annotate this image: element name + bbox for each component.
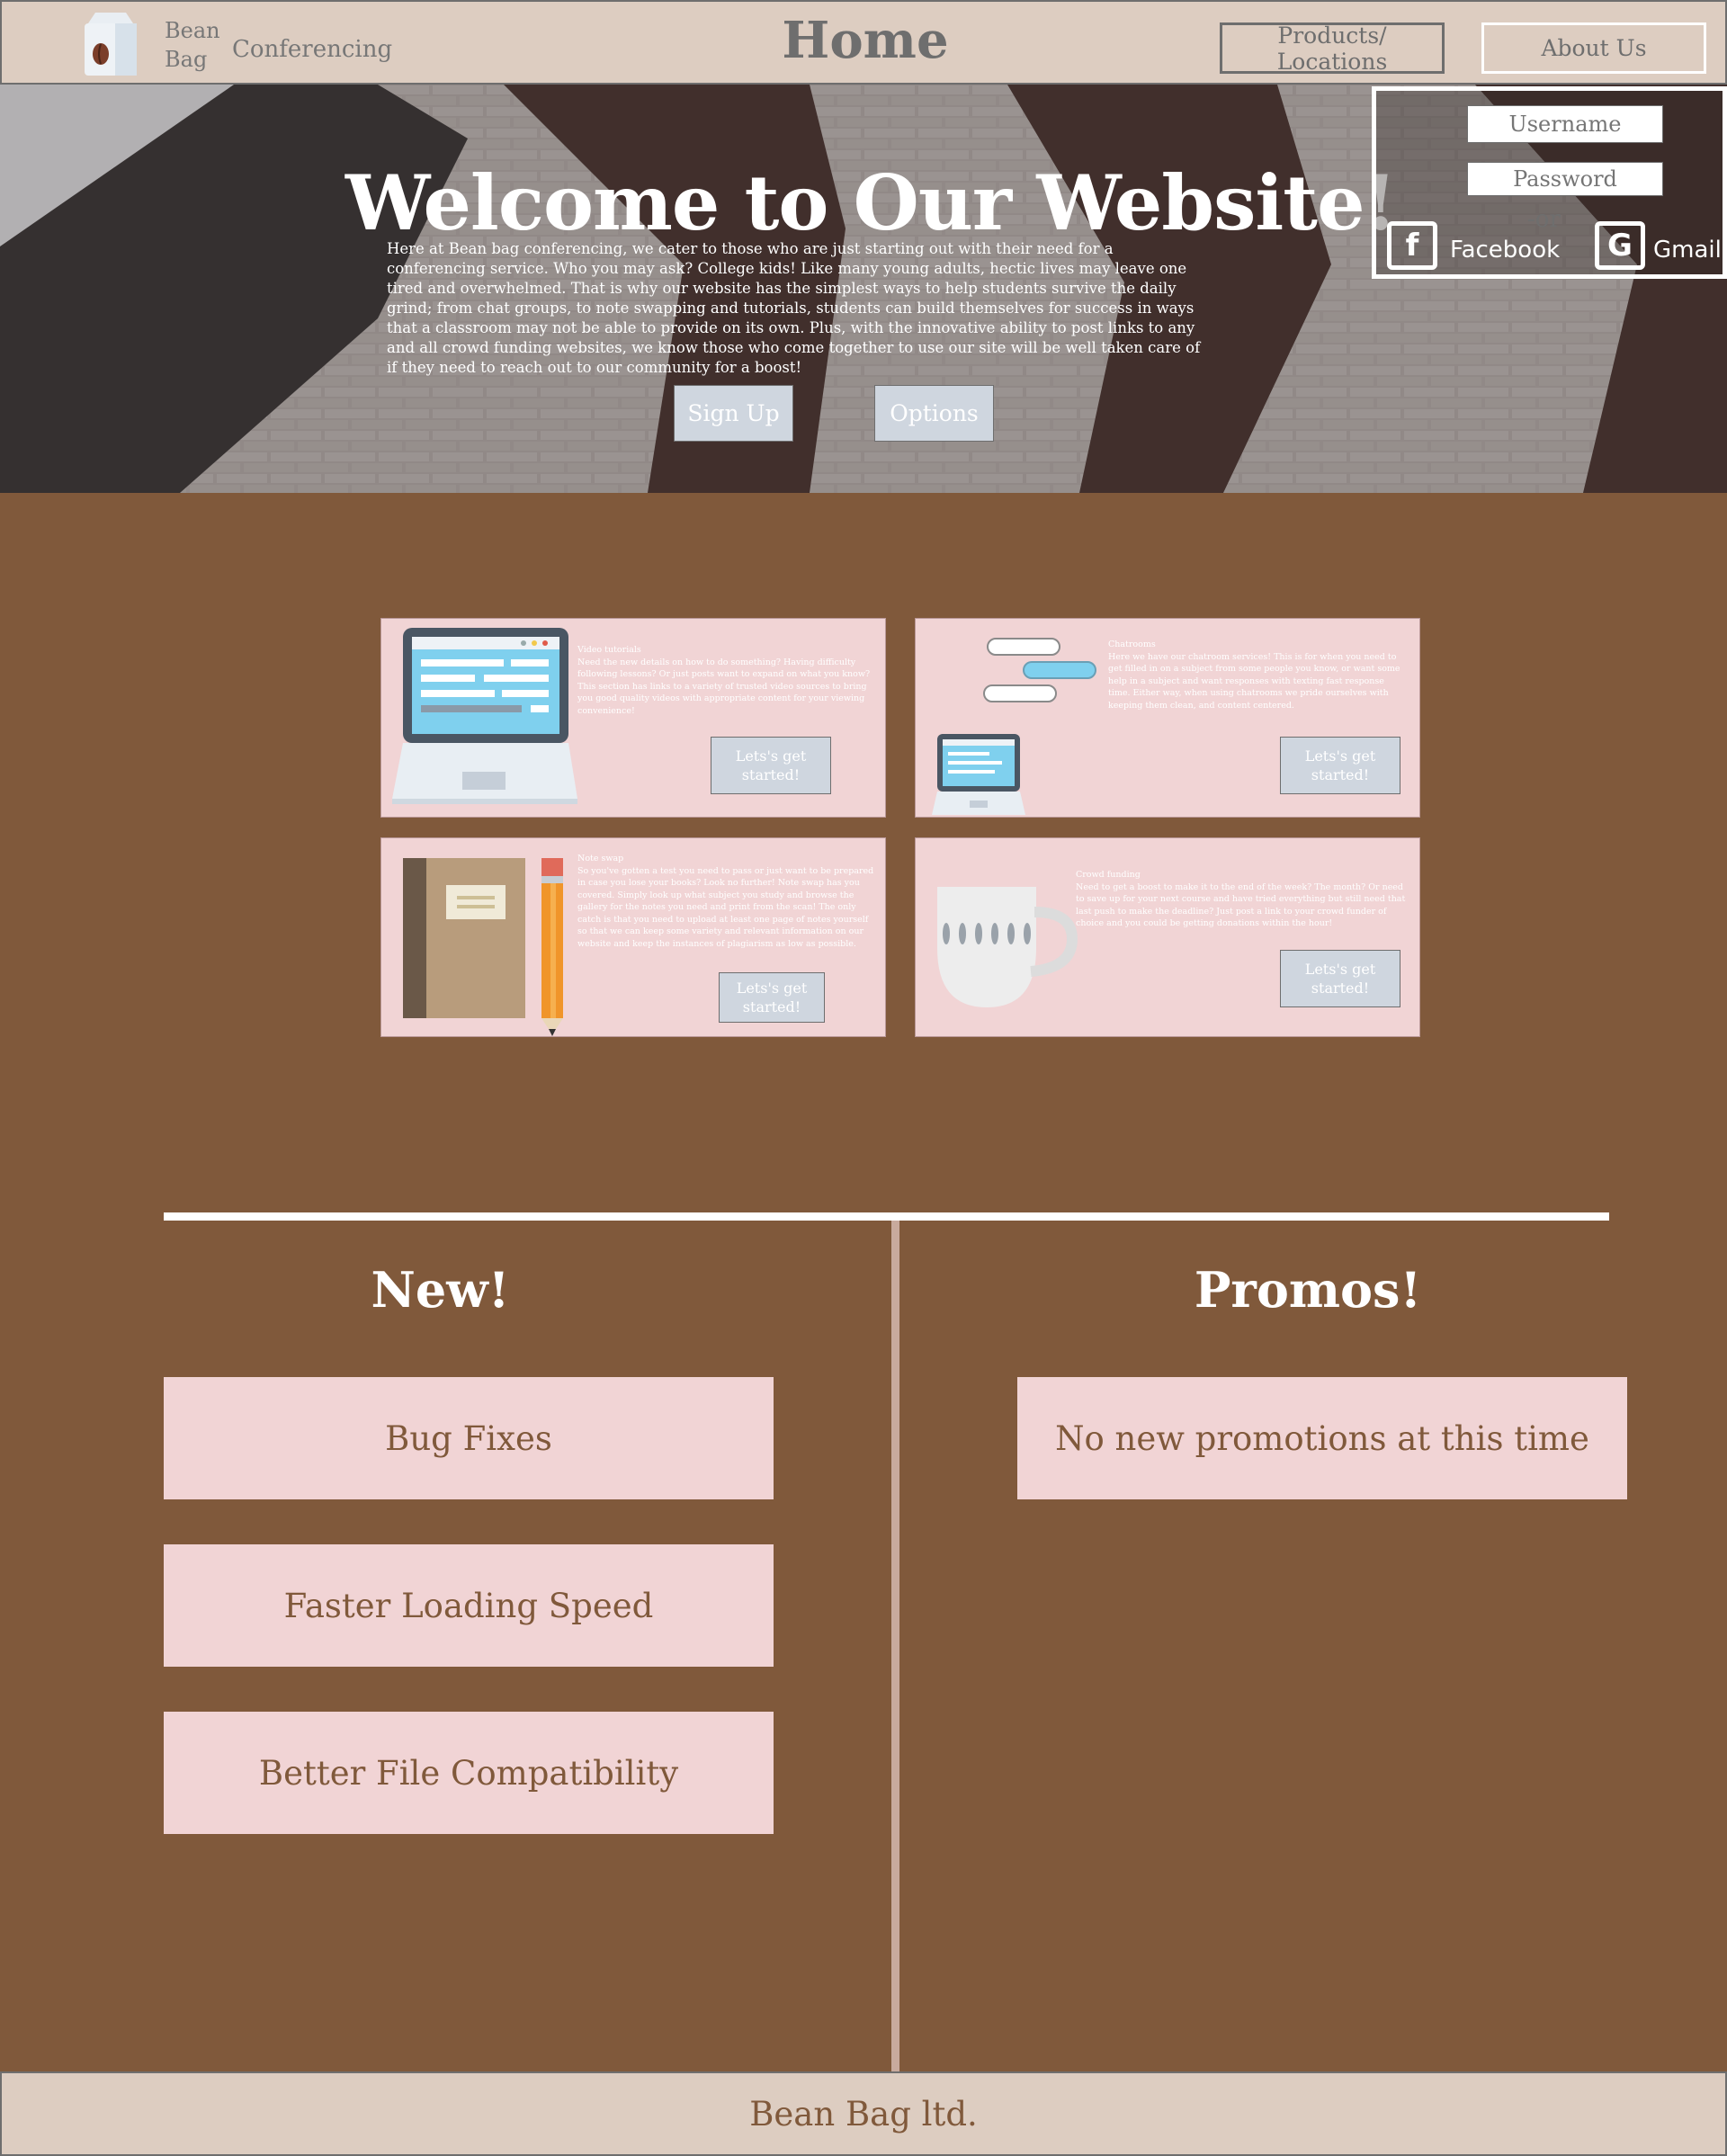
feature-card-note-swap: Note swap So you've gotten a test you ne…	[380, 837, 886, 1037]
get-started-chatrooms-button[interactable]: Lets's get started!	[1280, 737, 1400, 794]
new-item: Faster Loading Speed	[164, 1544, 774, 1667]
options-button[interactable]: Options	[874, 385, 994, 442]
promos-section-title: Promos!	[1194, 1261, 1422, 1319]
chat-icon	[932, 638, 1096, 815]
laptop-icon	[392, 628, 577, 804]
new-item: Better File Compatibility	[164, 1712, 774, 1834]
card-description: Need the new details on how to do someth…	[577, 657, 871, 716]
feature-card-crowd-funding: Crowd funding Need to get a boost to mak…	[915, 837, 1420, 1037]
footer-text: Bean Bag ltd.	[749, 2094, 978, 2134]
promo-item: No new promotions at this time	[1017, 1377, 1627, 1499]
sign-up-button[interactable]: Sign Up	[674, 385, 793, 442]
footer: Bean Bag ltd.	[0, 2071, 1727, 2156]
notebook-pencil-icon	[403, 858, 563, 1036]
card-title: Video tutorials	[577, 645, 641, 655]
feature-card-chatrooms: Chatrooms Here we have our chatroom serv…	[915, 618, 1420, 818]
card-text: Note swap So you've gotten a test you ne…	[577, 853, 876, 950]
card-description: Need to get a boost to make it to the en…	[1076, 881, 1406, 929]
get-started-crowd-funding-button[interactable]: Lets's get started!	[1280, 950, 1400, 1007]
new-section-title: New!	[371, 1261, 510, 1319]
gmail-icon[interactable]: G	[1595, 221, 1645, 270]
get-started-note-swap-button[interactable]: Lets's get started!	[719, 972, 825, 1023]
card-text: Crowd funding Need to get a boost to mak…	[1076, 869, 1409, 930]
horizontal-divider	[164, 1212, 1609, 1221]
hero-description: Here at Bean bag conferencing, we cater …	[387, 240, 1201, 376]
card-text: Chatrooms Here we have our chatroom serv…	[1108, 639, 1409, 711]
page-title: Home	[782, 11, 949, 70]
password-input[interactable]	[1467, 162, 1663, 196]
card-title: Note swap	[577, 854, 624, 863]
login-panel: -or f Facebook G Gmail	[1372, 86, 1727, 279]
get-started-video-tutorials-button[interactable]: Lets's get started!	[711, 737, 831, 794]
feature-card-video-tutorials: Video tutorials Need the new details on …	[380, 618, 886, 818]
vertical-divider	[891, 1221, 899, 2071]
card-description: So you've gotten a test you need to pass…	[577, 865, 874, 949]
card-title: Chatrooms	[1108, 640, 1156, 649]
top-nav: Bean Bag Conferencing Home Products/ Loc…	[0, 0, 1727, 85]
facebook-icon[interactable]: f	[1387, 221, 1437, 270]
facebook-login-link[interactable]: Facebook	[1450, 237, 1560, 264]
nav-products-locations-button[interactable]: Products/ Locations	[1220, 22, 1445, 75]
new-item: Bug Fixes	[164, 1377, 774, 1499]
or-separator: -or	[1527, 206, 1561, 233]
username-input[interactable]	[1467, 105, 1663, 143]
nav-about-us-button[interactable]: About Us	[1481, 22, 1706, 74]
gmail-login-link[interactable]: Gmail	[1653, 237, 1722, 264]
card-title: Crowd funding	[1076, 870, 1141, 880]
card-description: Here we have our chatroom services! This…	[1108, 651, 1400, 711]
hero-title: Welcome to Our Website!	[345, 158, 1397, 247]
mug-icon	[937, 887, 1078, 1007]
card-text: Video tutorials Need the new details on …	[577, 644, 876, 717]
